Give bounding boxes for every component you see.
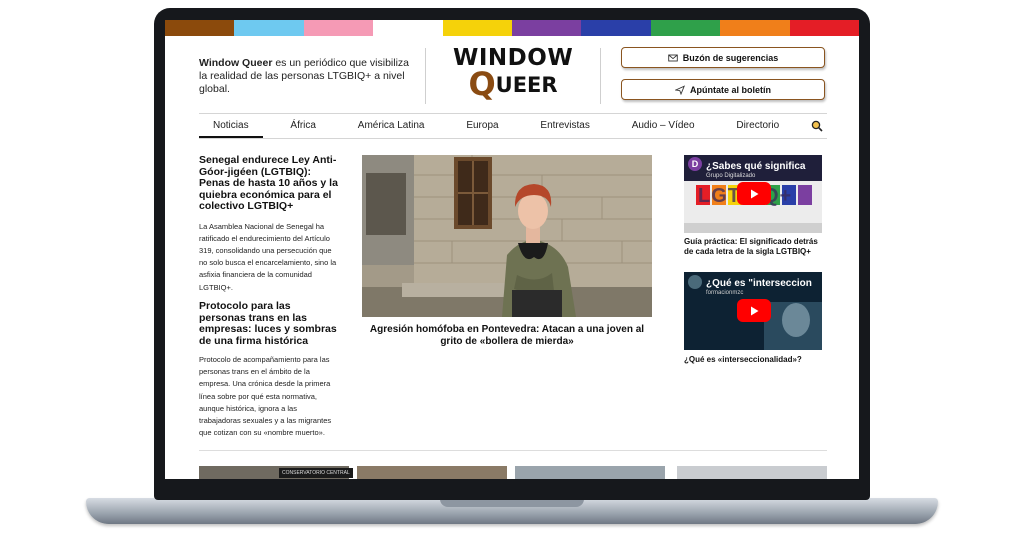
- nav-item-directorio[interactable]: Directorio: [722, 114, 793, 138]
- logo-q: Q: [468, 65, 496, 103]
- section-divider: [199, 450, 827, 451]
- video-1-caption[interactable]: Guía práctica: El significado detrás de …: [684, 237, 826, 257]
- newsletter-label: Apúntate al boletín: [690, 84, 771, 95]
- article-title[interactable]: Senegal endurece Ley Anti-Góor-jigéen (L…: [199, 154, 339, 213]
- suggestions-label: Buzón de sugerencias: [682, 52, 779, 63]
- nav-item-entrevistas[interactable]: Entrevistas: [526, 114, 603, 138]
- rainbow-segment: [720, 20, 790, 36]
- rainbow-segment: [165, 20, 235, 36]
- logo-rest: UEER: [495, 73, 558, 97]
- article-2[interactable]: Protocolo para las personas trans en las…: [199, 300, 339, 439]
- search-button[interactable]: [807, 116, 827, 136]
- video-1-thumbnail[interactable]: D ¿Sabes qué significa Grupo Digitalizad…: [684, 155, 822, 233]
- nav-item-america-latina[interactable]: América Latina: [344, 114, 439, 138]
- main-nav: Noticias África América Latina Europa En…: [199, 113, 827, 139]
- thumbnail-sign: CONSERVATORIO CENTRAL: [279, 468, 353, 478]
- thumbnail-1[interactable]: CONSERVATORIO CENTRAL: [199, 466, 353, 479]
- rainbow-segment: [512, 20, 582, 36]
- video-2-channel: formacionmzc: [706, 290, 744, 296]
- article-summary: Protocolo de acompañamiento para las per…: [199, 355, 332, 438]
- thumbnail-3[interactable]: [515, 466, 665, 479]
- thumbnail-4[interactable]: [677, 466, 827, 479]
- youtube-play-button[interactable]: [737, 182, 771, 205]
- article-title[interactable]: Protocolo para las personas trans en las…: [199, 300, 339, 347]
- site-logo[interactable]: WINDOW QUEER: [453, 45, 573, 100]
- video-2-thumbnail[interactable]: ¿Qué es "interseccion formacionmzc: [684, 272, 822, 350]
- rainbow-segment: [234, 20, 304, 36]
- play-icon: [751, 189, 759, 198]
- search-icon: [811, 120, 823, 132]
- featured-image[interactable]: [362, 155, 652, 317]
- rainbow-segment: [581, 20, 651, 36]
- channel-avatar: [688, 275, 702, 289]
- divider: [600, 48, 601, 104]
- nav-item-europa[interactable]: Europa: [452, 114, 512, 138]
- article-1[interactable]: Senegal endurece Ley Anti-Góor-jigéen (L…: [199, 154, 339, 294]
- newsletter-button[interactable]: Apúntate al boletín: [621, 79, 825, 100]
- play-icon: [751, 306, 759, 315]
- suggestions-button[interactable]: Buzón de sugerencias: [621, 47, 825, 68]
- video-1-channel: Grupo Digitalizado: [706, 173, 756, 179]
- divider: [425, 48, 426, 104]
- envelope-icon: [667, 54, 678, 61]
- nav-item-audio-video[interactable]: Audio – Vídeo: [618, 114, 709, 138]
- video-2-title: ¿Qué es "interseccion: [706, 278, 812, 289]
- rainbow-stripe: [165, 20, 859, 36]
- rainbow-segment: [303, 20, 374, 36]
- video-2-caption[interactable]: ¿Qué es «interseccionalidad»?: [684, 355, 826, 365]
- featured-photo: [362, 155, 652, 317]
- rainbow-segment: [373, 20, 443, 36]
- article-summary: La Asamblea Nacional de Senegal ha ratif…: [199, 221, 337, 292]
- rainbow-segment: [650, 20, 721, 36]
- intro-name: Window Queer: [199, 57, 273, 69]
- video-1-title: ¿Sabes qué significa: [706, 161, 806, 172]
- featured-caption[interactable]: Agresión homófoba en Pontevedra: Atacan …: [362, 324, 652, 348]
- rainbow-segment: [442, 20, 513, 36]
- thumbnail-2[interactable]: [357, 466, 507, 479]
- svg-text:D: D: [692, 159, 699, 169]
- rainbow-segment: [789, 20, 859, 36]
- send-icon: [675, 84, 685, 95]
- youtube-play-button[interactable]: [737, 299, 771, 322]
- nav-item-africa[interactable]: África: [276, 114, 330, 138]
- nav-item-noticias[interactable]: Noticias: [199, 114, 263, 138]
- laptop-screen: Window Queer es un periódico que visibil…: [165, 20, 859, 479]
- site-intro: Window Queer es un periódico que visibil…: [199, 57, 417, 96]
